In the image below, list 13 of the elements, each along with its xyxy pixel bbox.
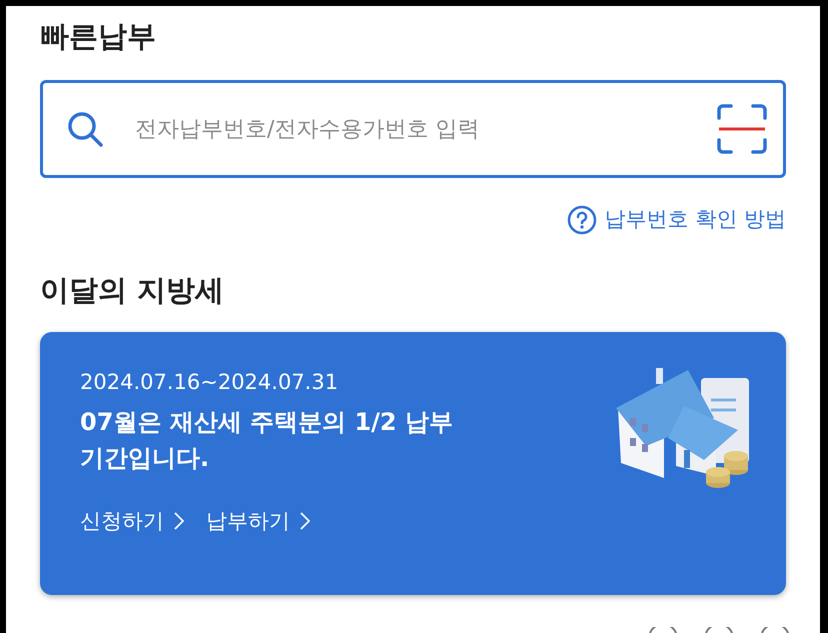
chevron-right-icon <box>300 512 310 530</box>
banner-headline: 07월은 재산세 주택분의 1/2 납부 기간입니다. <box>80 406 454 474</box>
help-link[interactable]: 납부번호 확인 방법 <box>566 204 786 236</box>
banner-link[interactable]: 납부하기 <box>206 506 310 537</box>
section-title: 빠른납부 <box>40 18 156 55</box>
date-range: 2024.07.16~2024.07.31 <box>80 368 338 396</box>
section-title: 이달의 지방세 <box>40 272 224 308</box>
search-field[interactable]: 전자납부번호/전자수용가번호 입력 <box>40 80 786 178</box>
scan-icon[interactable] <box>717 104 767 154</box>
question-icon <box>566 204 597 235</box>
chevron-right-icon <box>174 512 184 530</box>
search-input[interactable]: 전자납부번호/전자수용가번호 입력 <box>135 112 717 146</box>
banner-link[interactable]: 신청하기 <box>80 506 184 537</box>
